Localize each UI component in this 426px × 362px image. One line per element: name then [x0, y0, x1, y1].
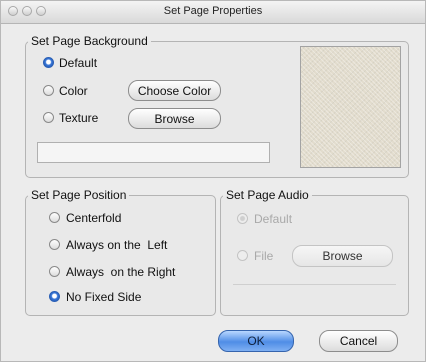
ok-button[interactable]: OK [218, 330, 294, 352]
texture-path-field[interactable] [37, 142, 270, 163]
background-preview-swatch [300, 46, 401, 168]
position-centerfold-radio[interactable] [49, 212, 60, 223]
position-left-label: Always on the Left [66, 238, 168, 252]
page-background-legend: Set Page Background [31, 34, 148, 48]
position-centerfold-label: Centerfold [66, 211, 122, 225]
background-texture-radio[interactable] [43, 112, 54, 123]
position-right-radio[interactable] [49, 266, 60, 277]
position-left-radio[interactable] [49, 239, 60, 250]
audio-file-label: File [254, 249, 274, 263]
background-default-label: Default [59, 56, 98, 70]
background-default-radio[interactable] [43, 57, 54, 68]
audio-default-radio [237, 213, 248, 224]
background-texture-label: Texture [59, 111, 99, 125]
audio-file-radio [237, 250, 248, 261]
background-color-radio[interactable] [43, 85, 54, 96]
choose-color-button[interactable]: Choose Color [128, 80, 221, 101]
position-no-fixed-side-radio[interactable] [49, 291, 60, 302]
texture-browse-button[interactable]: Browse [128, 108, 221, 129]
position-no-fixed-side-label: No Fixed Side [66, 290, 142, 304]
audio-divider [233, 284, 396, 285]
cancel-button[interactable]: Cancel [319, 330, 398, 352]
audio-browse-button: Browse [292, 245, 393, 267]
window-title: Set Page Properties [163, 5, 263, 17]
audio-default-label: Default [254, 212, 293, 226]
page-position-legend: Set Page Position [31, 188, 127, 202]
dialog-window: Set Page Properties Set Page Background … [0, 0, 426, 362]
position-right-label: Always on the Right [66, 265, 176, 279]
page-audio-legend: Set Page Audio [226, 188, 309, 202]
background-color-label: Color [59, 84, 88, 98]
title-bar: Set Page Properties [1, 1, 425, 24]
